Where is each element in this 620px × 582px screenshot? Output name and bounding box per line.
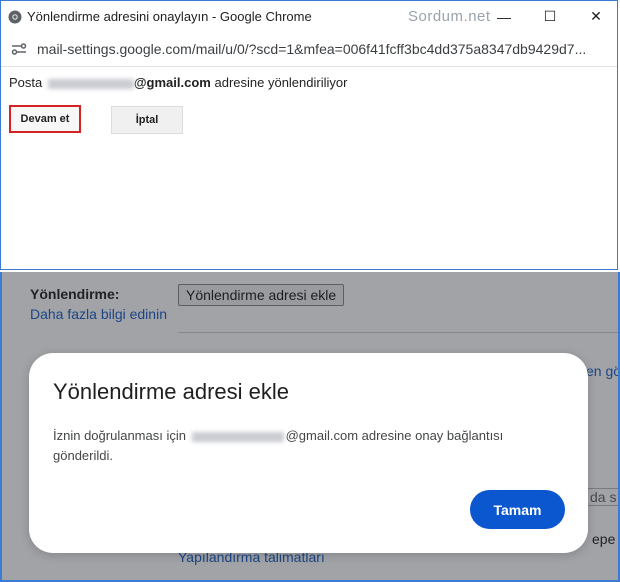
minimize-icon: — xyxy=(497,8,511,25)
window-titlebar: Yönlendirme adresini onaylayın - Google … xyxy=(1,1,617,32)
chrome-icon xyxy=(8,10,22,24)
maximize-icon: ☐ xyxy=(543,8,557,24)
forward-suffix: adresine yönlendiriliyor xyxy=(214,75,348,90)
address-bar[interactable]: mail-settings.google.com/mail/u/0/?scd=1… xyxy=(1,32,617,67)
redacted-email xyxy=(191,431,284,442)
forwarding-message: Posta @gmail.com adresine yönlendiriliyo… xyxy=(9,75,347,90)
continue-button[interactable]: Devam et xyxy=(9,105,81,133)
cancel-button[interactable]: İptal xyxy=(111,106,183,134)
confirm-forwarding-window: Yönlendirme adresini onaylayın - Google … xyxy=(0,0,618,270)
minimize-button[interactable]: — xyxy=(481,1,527,32)
add-forwarding-dialog: Yönlendirme adresi ekle İznin doğrulanma… xyxy=(29,353,588,553)
forward-email-domain: @gmail.com xyxy=(133,75,211,90)
close-button[interactable]: ✕ xyxy=(573,1,619,32)
dialog-message: İznin doğrulanması için @gmail.com adres… xyxy=(53,426,553,466)
close-icon: ✕ xyxy=(590,8,602,24)
ok-button[interactable]: Tamam xyxy=(470,490,565,529)
maximize-button[interactable]: ☐ xyxy=(527,1,573,32)
window-title: Yönlendirme adresini onaylayın - Google … xyxy=(27,9,312,24)
site-settings-icon[interactable] xyxy=(11,42,27,56)
redacted-email xyxy=(47,78,134,89)
url-text[interactable]: mail-settings.google.com/mail/u/0/?scd=1… xyxy=(37,41,586,57)
dialog-text-before: İznin doğrulanması için xyxy=(53,428,186,443)
dialog-title: Yönlendirme adresi ekle xyxy=(53,379,290,404)
forward-prefix: Posta xyxy=(9,75,43,90)
watermark: Sordum.net xyxy=(408,8,491,25)
popup-content: Posta @gmail.com adresine yönlendiriliyo… xyxy=(1,67,617,269)
window-frame-left xyxy=(0,272,2,582)
